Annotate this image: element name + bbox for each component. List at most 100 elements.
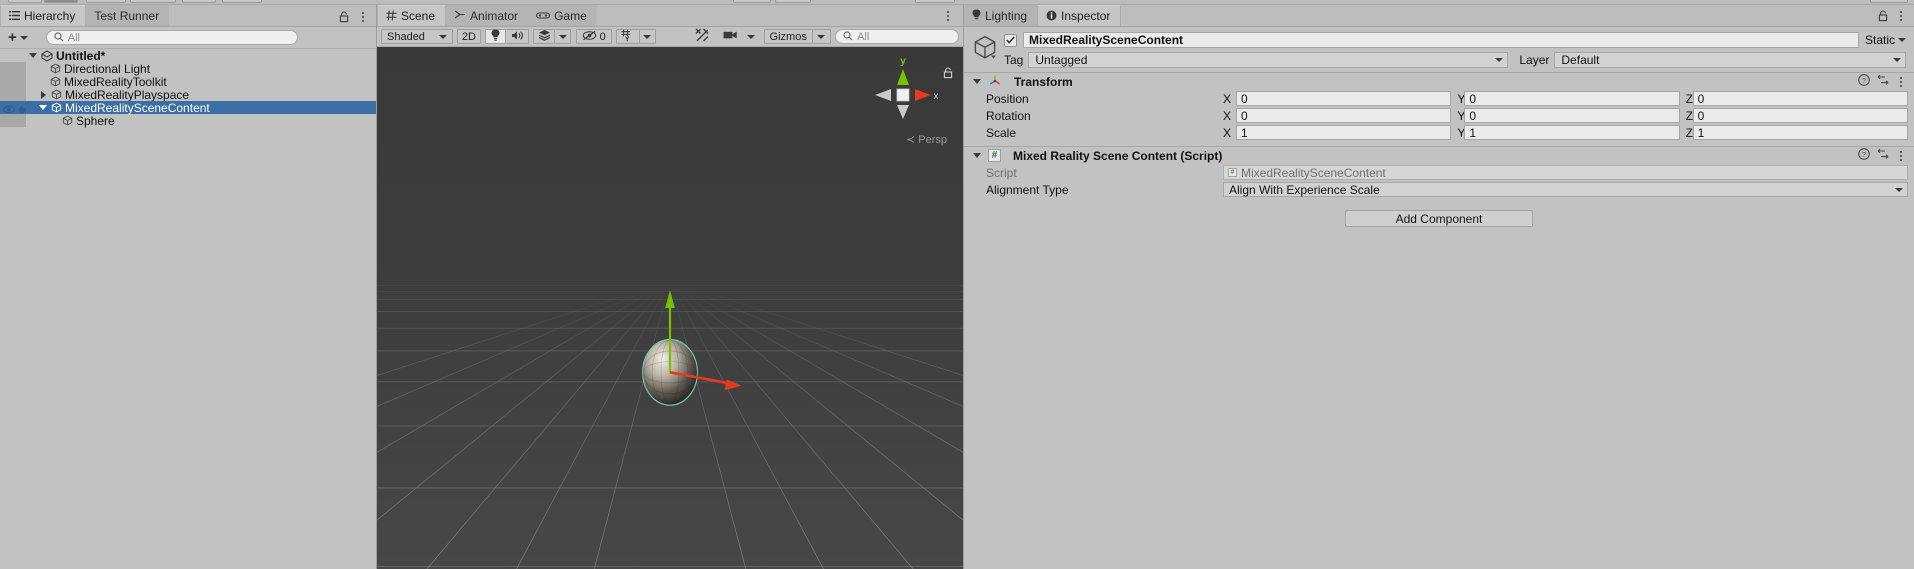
rotation-z-input[interactable]: 0	[1693, 108, 1908, 123]
alignment-type-dropdown[interactable]: Align With Experience Scale	[1223, 182, 1908, 197]
script-icon: #	[988, 149, 1001, 162]
tab-test-runner[interactable]: Test Runner	[86, 5, 169, 26]
add-component-label: Add Component	[1396, 212, 1483, 226]
preset-icon[interactable]	[1877, 74, 1889, 89]
list-item[interactable]: MixedRealityToolkit	[0, 75, 376, 88]
inspector-lock-icon[interactable]	[1878, 10, 1888, 22]
toolbar-button-group-4[interactable]	[130, 0, 176, 3]
chevron-right-icon[interactable]	[38, 90, 48, 100]
scene-view-lock-icon[interactable]	[943, 67, 953, 82]
component-menu-icon[interactable]	[1896, 149, 1906, 163]
add-component-button[interactable]: Add Component	[1345, 210, 1533, 227]
chevron-down-icon[interactable]	[38, 103, 48, 113]
speaker-icon	[511, 30, 524, 44]
toggle-2d-button[interactable]: 2D	[457, 29, 481, 44]
component-header[interactable]: Transform ?	[964, 73, 1914, 90]
layer-dropdown[interactable]: Default	[1554, 52, 1906, 68]
hierarchy-menu-icon[interactable]	[358, 10, 368, 24]
scale-y-input[interactable]: 1	[1464, 125, 1679, 140]
tab-inspector[interactable]: Inspector	[1037, 5, 1121, 26]
chevron-down-icon[interactable]	[972, 151, 982, 161]
list-item-label: MixedRealityToolkit	[64, 75, 167, 89]
toolbar-button-group-6[interactable]	[222, 0, 262, 3]
scene-viewport[interactable]: y x ≺ Persp	[377, 47, 963, 569]
audio-toggle-button[interactable]	[506, 29, 529, 44]
scene-camera-dropdown[interactable]	[743, 29, 759, 44]
list-item[interactable]: Untitled*	[0, 49, 376, 62]
projection-mode-label[interactable]: ≺ Persp	[906, 133, 947, 146]
tab-scene[interactable]: Scene	[377, 5, 446, 26]
projection-label: Persp	[918, 134, 947, 146]
hidden-objects-button[interactable]: 0	[576, 29, 612, 44]
scene-search-input[interactable]: All	[835, 29, 959, 44]
toolbar-button-pause[interactable]	[775, 0, 811, 3]
component-menu-icon[interactable]	[1896, 75, 1906, 89]
chevron-down-icon	[1893, 58, 1901, 62]
toolbar-button-group-5[interactable]	[182, 0, 216, 3]
tab-animator[interactable]: Animator	[446, 5, 528, 26]
inspector-menu-icon[interactable]	[1896, 9, 1906, 23]
help-icon[interactable]: ?	[1858, 74, 1870, 89]
help-icon[interactable]: ?	[1858, 148, 1870, 163]
chevron-down-icon[interactable]	[28, 51, 38, 61]
lighting-toggle-button[interactable]	[485, 29, 506, 44]
scene-panel: Scene Animator Game	[377, 5, 964, 569]
toolbar-button-group-3[interactable]	[86, 0, 126, 3]
rotation-y-input[interactable]: 0	[1464, 108, 1679, 123]
chevron-down-icon[interactable]	[972, 77, 982, 87]
axis-label-z: Z	[1680, 92, 1688, 106]
list-item-selected[interactable]: MixedRealitySceneContent	[0, 101, 376, 114]
list-item[interactable]: Sphere	[0, 114, 376, 127]
scene-tools-button[interactable]	[690, 29, 714, 44]
gizmos-button[interactable]: Gizmos	[764, 29, 813, 44]
camera-icon	[723, 30, 738, 43]
list-item[interactable]: MixedRealityPlayspace	[0, 88, 376, 101]
inspector-panel: Lighting Inspector	[964, 5, 1914, 569]
scene-menu-icon[interactable]	[943, 9, 953, 23]
tab-hierarchy-label: Hierarchy	[24, 9, 75, 23]
preset-icon[interactable]	[1877, 148, 1889, 163]
scale-z-input[interactable]: 1	[1693, 125, 1908, 140]
toolbar-button-group-2[interactable]	[44, 0, 78, 3]
component-header[interactable]: # Mixed Reality Scene Content (Script) ?	[964, 147, 1914, 164]
grid-snap-dropdown[interactable]	[640, 29, 656, 44]
effects-toggle-button[interactable]	[533, 29, 555, 44]
scene-icon	[41, 50, 53, 62]
toolbar-button-cloud[interactable]	[1870, 0, 1908, 3]
property-label: Script	[986, 166, 1223, 180]
toolbar-button-step[interactable]	[915, 0, 955, 3]
gameobject-enabled-checkbox[interactable]	[1004, 34, 1017, 47]
tab-game[interactable]: Game	[528, 5, 597, 26]
lock-icon[interactable]	[339, 11, 349, 23]
tag-dropdown[interactable]: Untagged	[1028, 52, 1508, 68]
visibility-eye-icon[interactable]	[3, 103, 14, 112]
toolbar-button-group-1[interactable]	[8, 0, 42, 3]
tab-hierarchy[interactable]: Hierarchy	[0, 5, 86, 26]
gameobject-name-input[interactable]: MixedRealitySceneContent	[1023, 32, 1859, 48]
rotation-x-input[interactable]: 0	[1236, 108, 1451, 123]
effects-dropdown[interactable]	[555, 29, 571, 44]
property-row-alignment-type: Alignment Type Align With Experience Sca…	[964, 181, 1914, 198]
scene-view-gizmo[interactable]: y x	[868, 55, 938, 137]
static-toggle[interactable]: Static	[1865, 33, 1908, 47]
script-object-field[interactable]: # MixedRealitySceneContent	[1223, 165, 1908, 180]
position-y-input[interactable]: 0	[1464, 91, 1679, 106]
scale-x-input[interactable]: 1	[1236, 125, 1451, 140]
tab-animator-label: Animator	[470, 9, 518, 23]
add-component-area: Add Component	[964, 198, 1914, 227]
position-x-input[interactable]: 0	[1236, 91, 1451, 106]
hierarchy-search-placeholder: All	[68, 32, 80, 44]
scene-camera-button[interactable]	[718, 29, 743, 44]
list-item[interactable]: Directional Light	[0, 62, 376, 75]
tab-lighting[interactable]: Lighting	[964, 5, 1037, 26]
svg-text:?: ?	[1862, 150, 1866, 159]
tab-lighting-label: Lighting	[985, 9, 1027, 23]
toolbar-button-play[interactable]	[733, 0, 771, 3]
tab-game-label: Game	[554, 9, 587, 23]
position-z-input[interactable]: 0	[1693, 91, 1908, 106]
grid-snap-button[interactable]	[616, 29, 640, 44]
create-object-button[interactable]: +	[6, 29, 30, 46]
hierarchy-search-input[interactable]: All	[46, 30, 298, 45]
gizmos-dropdown[interactable]	[813, 29, 831, 44]
draw-mode-dropdown[interactable]: Shaded	[381, 29, 453, 44]
